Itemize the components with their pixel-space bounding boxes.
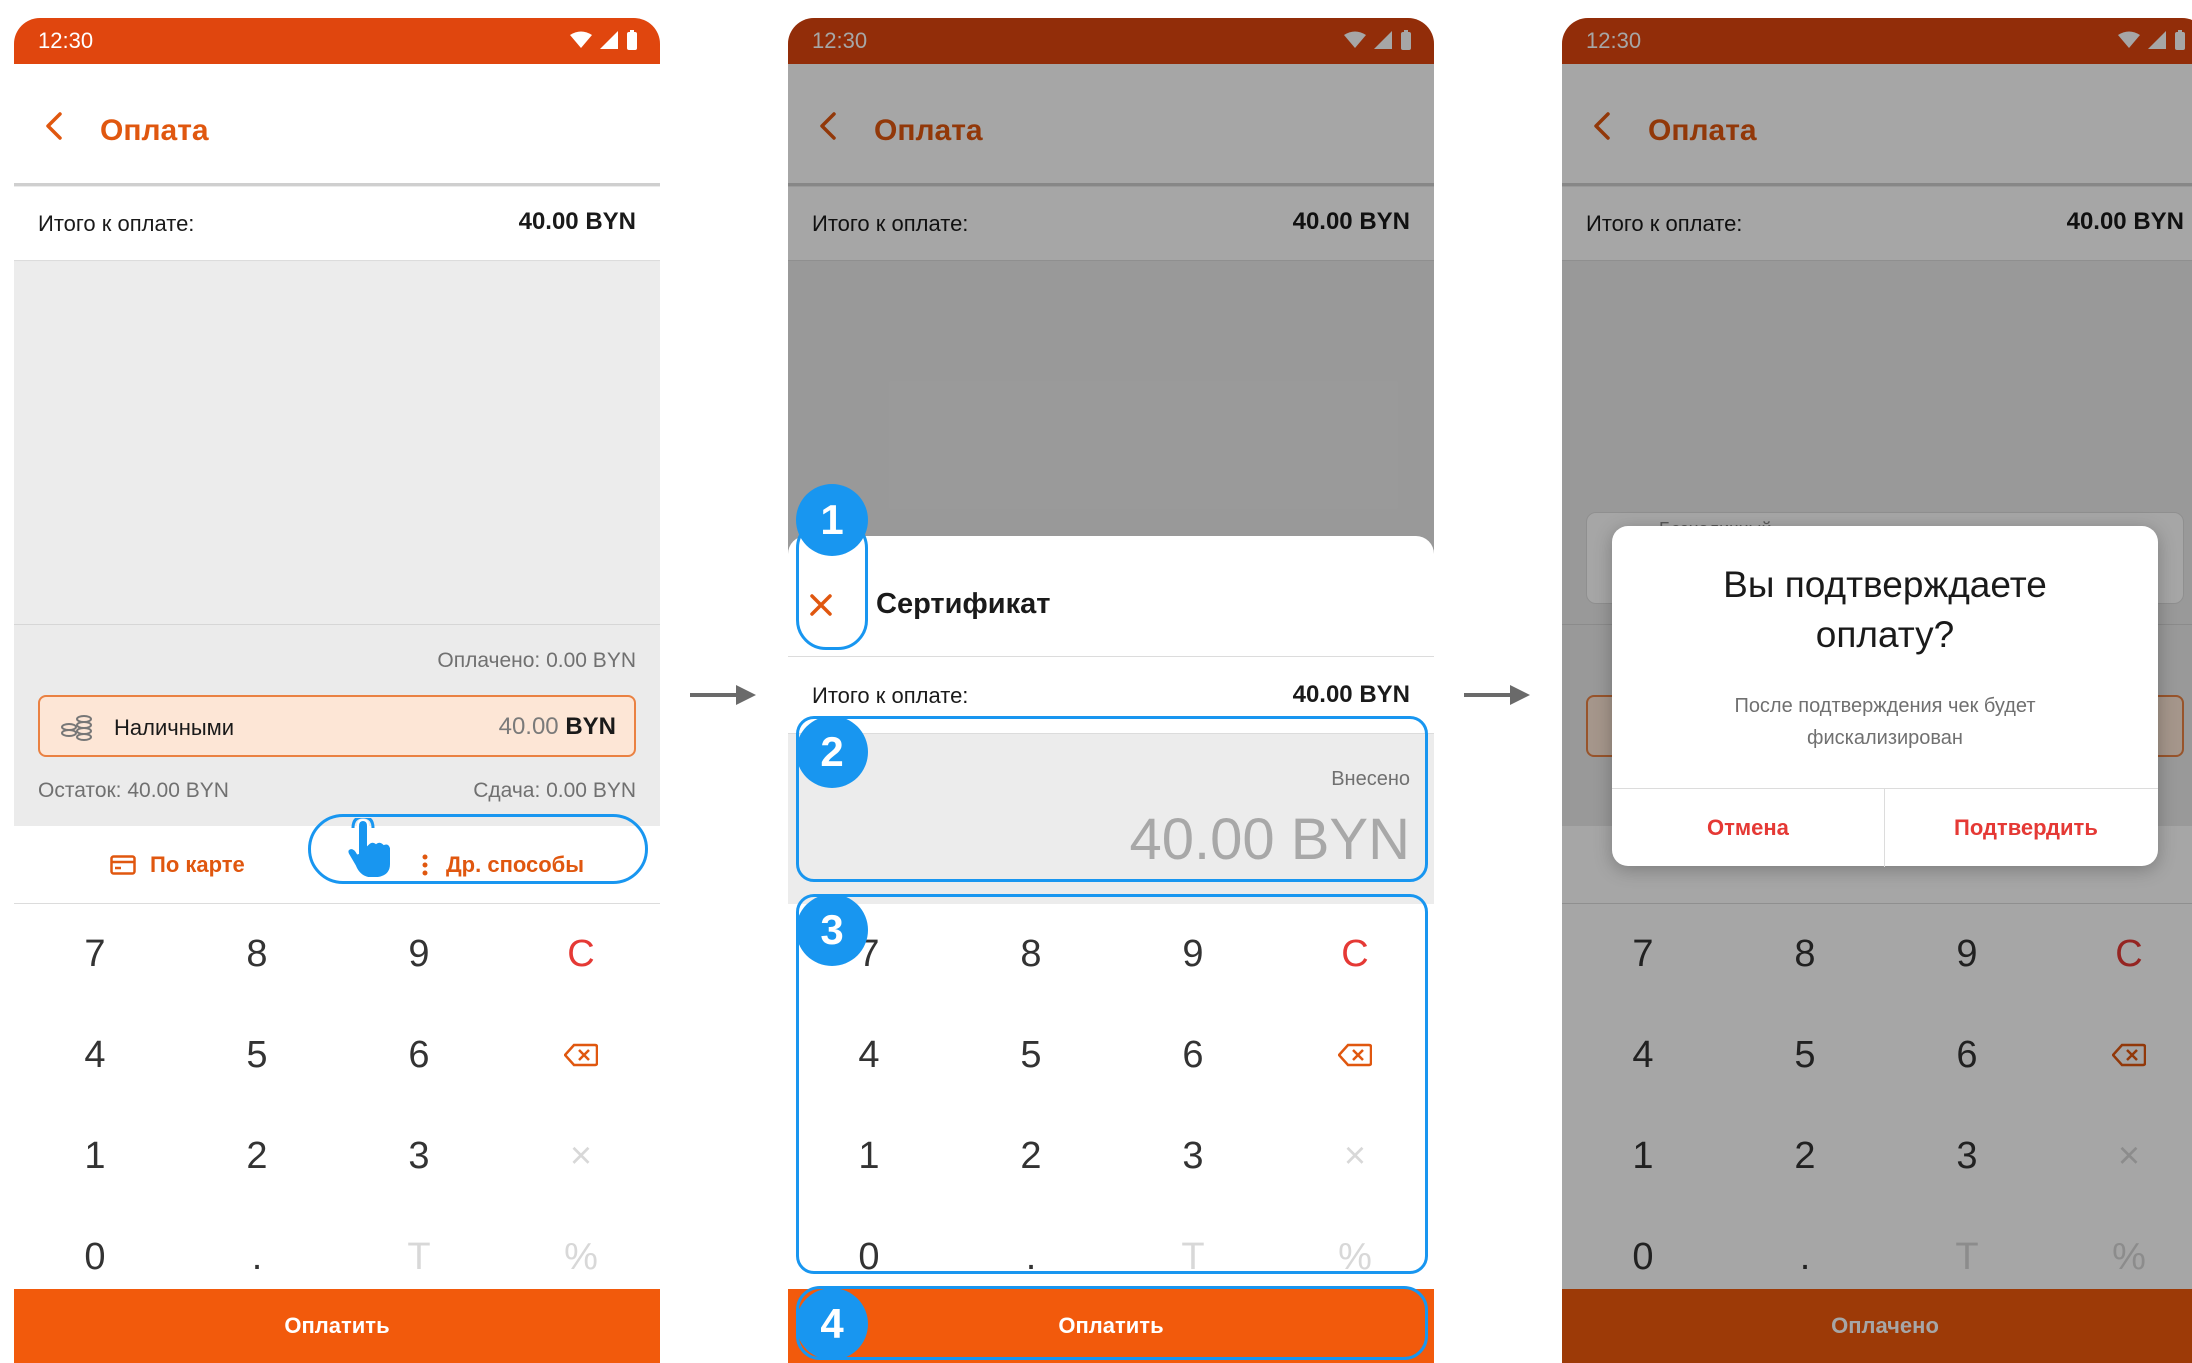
total-row: Итого к оплате: 40.00 BYN bbox=[14, 187, 660, 261]
paid-amount: Оплачено: 0.00 BYN bbox=[437, 649, 636, 672]
step-badge: 3 bbox=[796, 894, 868, 966]
certificate-screen: 12:30 Оплата Итого к оплате: 40.00 BYN С… bbox=[788, 18, 1434, 1363]
amount-highlight bbox=[796, 716, 1428, 882]
dialog-title: Вы подтверждаете оплату? bbox=[1723, 564, 2047, 655]
payment-summary: Оплачено: 0.00 BYN Наличными 40.00 BYN О… bbox=[14, 624, 660, 826]
coins-icon bbox=[61, 715, 92, 741]
total-value: 40.00 BYN bbox=[1292, 681, 1410, 708]
confirm-button[interactable]: Подтвердить bbox=[1954, 815, 2098, 841]
back-arrow-icon[interactable] bbox=[42, 110, 66, 142]
tap-hand-icon bbox=[346, 818, 392, 879]
battery-icon bbox=[627, 30, 637, 50]
confirm-screen: 12:30 Оплата Итого к оплате: 40.00 BYN Б… bbox=[1562, 18, 2192, 1363]
dialog-actions: Отмена Подтвердить bbox=[1612, 788, 2158, 867]
dialog-divider bbox=[1884, 789, 1885, 867]
total-value: 40.00 BYN bbox=[518, 208, 636, 235]
key-clear[interactable]: C bbox=[500, 904, 660, 1004]
pay-button[interactable]: Оплатить bbox=[14, 1289, 660, 1363]
key-2[interactable]: 2 bbox=[176, 1106, 338, 1206]
pay-by-card-label: По карте bbox=[150, 852, 245, 877]
key-5[interactable]: 5 bbox=[176, 1005, 338, 1105]
key-3[interactable]: 3 bbox=[338, 1106, 500, 1206]
page-title: Оплата bbox=[100, 114, 209, 147]
key-1[interactable]: 1 bbox=[14, 1106, 176, 1206]
payments-list-area bbox=[14, 262, 660, 624]
step-badge: 4 bbox=[796, 1288, 868, 1360]
status-icons bbox=[570, 30, 638, 50]
confirm-dialog: Вы подтверждаете оплату? После подтвержд… bbox=[1612, 526, 2158, 867]
cash-payment-item[interactable]: Наличными 40.00 BYN bbox=[38, 695, 636, 757]
total-label: Итого к оплате: bbox=[812, 683, 969, 708]
pay-highlight bbox=[796, 1286, 1428, 1360]
numeric-keypad: 7 8 9 C 4 5 6 1 2 3 × 0 . T % bbox=[14, 904, 660, 1307]
status-bar: 12:30 bbox=[14, 18, 660, 64]
card-icon bbox=[110, 855, 136, 875]
cash-label: Наличными bbox=[114, 715, 235, 740]
app-bar: Оплата bbox=[14, 64, 660, 186]
backspace-icon bbox=[564, 1043, 598, 1067]
key-7[interactable]: 7 bbox=[14, 904, 176, 1004]
key-6[interactable]: 6 bbox=[338, 1005, 500, 1105]
step-badge: 2 bbox=[796, 716, 868, 788]
status-time: 12:30 bbox=[38, 28, 94, 53]
flow-arrow-icon bbox=[1464, 685, 1530, 705]
signal-icon bbox=[600, 31, 618, 49]
key-multiply[interactable]: × bbox=[500, 1106, 660, 1206]
cancel-button[interactable]: Отмена bbox=[1707, 815, 1789, 841]
flow-arrow-icon bbox=[690, 685, 756, 705]
dialog-subtitle: После подтверждения чек будет фискализир… bbox=[1734, 695, 2036, 749]
key-backspace[interactable] bbox=[500, 1005, 660, 1105]
key-8[interactable]: 8 bbox=[176, 904, 338, 1004]
wifi-icon bbox=[570, 31, 592, 48]
sheet-title: Сертификат bbox=[876, 588, 1051, 620]
payment-screen: 12:30 Оплата Итого к оплате: 40.00 BYN О… bbox=[14, 18, 660, 1363]
keypad-highlight bbox=[796, 894, 1428, 1274]
step-badge: 1 bbox=[796, 484, 868, 556]
key-4[interactable]: 4 bbox=[14, 1005, 176, 1105]
key-9[interactable]: 9 bbox=[338, 904, 500, 1004]
change-amount: Сдача: 0.00 BYN bbox=[473, 779, 636, 802]
remaining-amount: Остаток: 40.00 BYN bbox=[38, 779, 229, 802]
cash-amount: 40.00 BYN bbox=[498, 713, 616, 740]
total-label: Итого к оплате: bbox=[38, 211, 195, 236]
pay-by-card-button[interactable]: По карте bbox=[110, 852, 245, 878]
